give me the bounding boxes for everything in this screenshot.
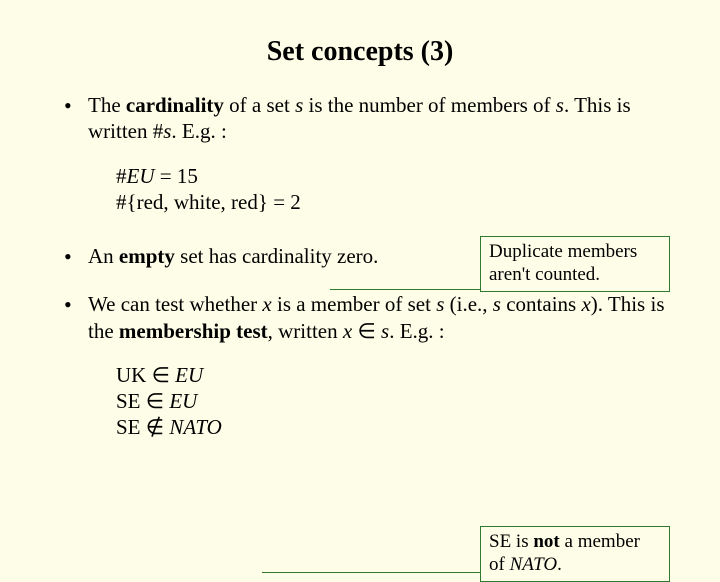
- callout-connector: [330, 289, 480, 290]
- callout-line: SE is not a member: [489, 531, 661, 554]
- var-x: x: [262, 292, 271, 316]
- var-x: x: [343, 319, 352, 343]
- text: of a set: [224, 93, 295, 117]
- set-eu: EU: [127, 164, 155, 188]
- set-se: SE: [116, 415, 141, 439]
- bullet-empty-set: An empty set has cardinality zero.: [60, 243, 672, 269]
- emph-not: not: [533, 531, 559, 552]
- callout-se-nato: SE is not a member of NATO.: [480, 526, 670, 582]
- bullet-cardinality: The cardinality of a set s is the number…: [60, 92, 672, 145]
- text: a member: [560, 531, 640, 552]
- element-of: ∈: [352, 319, 381, 343]
- bullet-membership: We can test whether x is a member of set…: [60, 291, 672, 344]
- eq: = 15: [155, 164, 198, 188]
- set-uk: UK: [116, 363, 146, 387]
- example-line: UK ∈ EU: [116, 362, 672, 388]
- text: is the number of members of: [303, 93, 556, 117]
- set-eu: EU: [169, 389, 197, 413]
- example-cardinality: #EU = 15 #{red, white, red} = 2: [116, 163, 672, 216]
- text: is a member of set: [272, 292, 436, 316]
- hash: #: [116, 164, 127, 188]
- text: set has cardinality zero.: [175, 244, 379, 268]
- text: SE is: [489, 531, 533, 552]
- example-line: SE ∈ EU: [116, 388, 672, 414]
- text: The: [88, 93, 126, 117]
- term-membership-test: membership test: [119, 319, 268, 343]
- slide-title: Set concepts (3): [0, 0, 720, 92]
- text: An: [88, 244, 119, 268]
- text: We can test whether: [88, 292, 262, 316]
- slide-content: The cardinality of a set s is the number…: [0, 92, 720, 441]
- set-eu: EU: [175, 363, 203, 387]
- set-nato: NATO: [169, 415, 222, 439]
- var-s: s: [493, 292, 501, 316]
- var-x: x: [581, 292, 590, 316]
- text: contains: [501, 292, 581, 316]
- example-line: #{red, white, red} = 2: [116, 189, 672, 215]
- text: (i.e.,: [444, 292, 492, 316]
- text: of: [489, 554, 510, 575]
- element-of: ∈: [141, 389, 170, 413]
- element-of: ∈: [146, 363, 175, 387]
- text: .: [557, 554, 562, 575]
- set-se: SE: [116, 389, 141, 413]
- text: , written: [268, 319, 343, 343]
- term-cardinality: cardinality: [126, 93, 224, 117]
- callout-line: of NATO.: [489, 554, 661, 577]
- example-line: #EU = 15: [116, 163, 672, 189]
- set-nato: NATO: [510, 554, 558, 575]
- text: . E.g. :: [389, 319, 444, 343]
- callout-connector: [262, 572, 480, 573]
- text: . E.g. :: [171, 119, 226, 143]
- var-s: s: [381, 319, 389, 343]
- var-s: s: [556, 93, 564, 117]
- not-element-of: ∉: [141, 415, 170, 439]
- term-empty: empty: [119, 244, 175, 268]
- example-line: SE ∉ NATO: [116, 414, 672, 440]
- example-membership: UK ∈ EU SE ∈ EU SE ∉ NATO: [116, 362, 672, 441]
